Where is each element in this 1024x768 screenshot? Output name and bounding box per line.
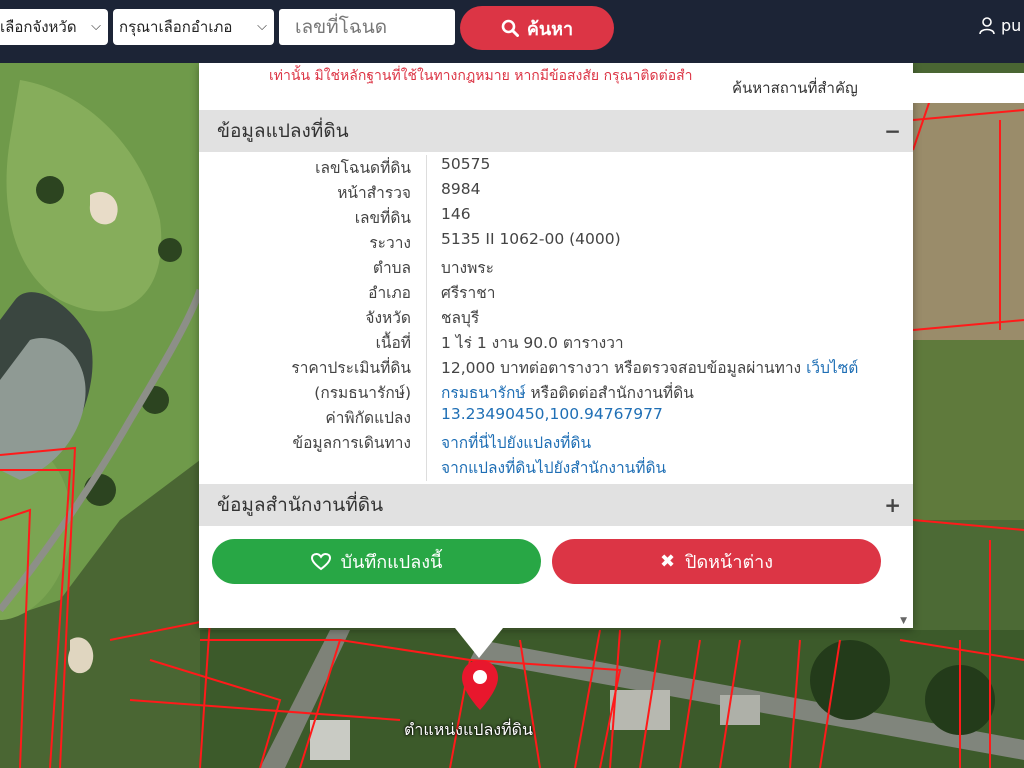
treasury-text: หรือติดต่อสำนักงานที่ดิน	[525, 384, 694, 402]
top-bar: เลือกจังหวัด ⌵ กรุณาเลือกอำเภอ ⌵ ค้นหา p…	[0, 0, 1024, 63]
user-menu[interactable]: pu	[979, 16, 1021, 35]
info-label: ค่าพิกัดแปลง	[325, 409, 411, 427]
info-row-amphoe: อำเภอ ศรีราชา	[199, 280, 913, 305]
heart-icon	[310, 552, 331, 570]
deed-number-input[interactable]	[279, 9, 455, 45]
info-label: เลขที่ดิน	[354, 209, 411, 227]
info-label: ระวาง	[369, 234, 411, 252]
info-value: 146	[441, 205, 471, 223]
map-pin-icon[interactable]	[460, 658, 500, 712]
close-icon: ✖	[659, 551, 676, 572]
place-search-input[interactable]	[728, 73, 1024, 103]
info-row-treasury: (กรมธนารักษ์) กรมธนารักษ์ หรือติดต่อสำนั…	[199, 380, 913, 405]
info-value: 12,000 บาทต่อตารางวา หรือตรวจสอบข้อมูลผ่…	[441, 355, 858, 380]
info-value: กรมธนารักษ์ หรือติดต่อสำนักงานที่ดิน	[441, 380, 694, 405]
treasury-link[interactable]: กรมธนารักษ์	[441, 384, 526, 402]
info-row-tambon: ตำบล บางพระ	[199, 255, 913, 280]
search-button-label: ค้นหา	[526, 18, 574, 40]
close-window-label: ปิดหน้าต่าง	[685, 552, 774, 573]
disclaimer-notice: เท่านั้น มิใช่หลักฐานที่ใช้ในทางกฎหมาย ห…	[269, 68, 693, 84]
user-name: pu	[1001, 16, 1022, 35]
directions-to-office-link[interactable]: จากแปลงที่ดินไปยังสำนักงานที่ดิน	[441, 455, 666, 480]
info-label: ตำบล	[372, 259, 411, 277]
user-icon	[979, 16, 995, 34]
info-row-area: เนื้อที่ 1 ไร่ 1 งาน 90.0 ตารางวา	[199, 330, 913, 355]
info-value: ชลบุรี	[441, 309, 480, 327]
expand-icon[interactable]: +	[884, 484, 901, 526]
pin-label: ตำแหน่งแปลงที่ดิน	[404, 720, 533, 739]
info-row-land-number: เลขที่ดิน 146	[199, 205, 913, 230]
appraisal-text: 12,000 บาทต่อตารางวา หรือตรวจสอบข้อมูลผ่…	[441, 359, 807, 377]
info-row-province: จังหวัด ชลบุรี	[199, 305, 913, 330]
scroll-down-icon[interactable]: ▼	[900, 616, 907, 626]
info-row-directions: ข้อมูลการเดินทาง จากที่นี่ไปยังแปลงที่ดิ…	[199, 430, 913, 455]
info-value: 8984	[441, 180, 481, 198]
popup-pointer	[455, 628, 503, 658]
info-value: 1 ไร่ 1 งาน 90.0 ตารางวา	[441, 334, 624, 352]
amphoe-select-value: กรุณาเลือกอำเภอ	[119, 18, 233, 36]
search-icon	[501, 19, 519, 37]
info-label: (กรมธนารักษ์)	[314, 384, 411, 402]
info-label: หน้าสำรวจ	[337, 184, 411, 202]
info-row-directions-office: จากแปลงที่ดินไปยังสำนักงานที่ดิน	[199, 455, 913, 480]
land-info-title: ข้อมูลแปลงที่ดิน	[217, 120, 349, 142]
collapse-icon[interactable]: −	[884, 110, 901, 152]
info-row-coordinates: ค่าพิกัดแปลง 13.23490450,100.94767977	[199, 405, 913, 430]
info-value: 5135 II 1062-00 (4000)	[441, 230, 621, 248]
coordinates-link[interactable]: 13.23490450,100.94767977	[441, 405, 663, 423]
info-row-deed: เลขโฉนดที่ดิน 50575	[199, 155, 913, 180]
save-parcel-label: บันทึกแปลงนี้	[340, 552, 443, 573]
info-value: 50575	[441, 155, 491, 173]
land-office-title: ข้อมูลสำนักงานที่ดิน	[217, 494, 384, 516]
info-value: ศรีราชา	[441, 284, 496, 302]
chevron-down-icon: ⌵	[91, 19, 101, 34]
directions-to-parcel-link[interactable]: จากที่นี่ไปยังแปลงที่ดิน	[441, 430, 591, 455]
info-row-survey-page: หน้าสำรวจ 8984	[199, 180, 913, 205]
info-label: เลขโฉนดที่ดิน	[315, 159, 411, 177]
info-value: บางพระ	[441, 259, 494, 277]
info-row-map-sheet: ระวาง 5135 II 1062-00 (4000)	[199, 230, 913, 255]
website-link[interactable]: เว็บไซต์	[806, 359, 858, 377]
land-office-header[interactable]: ข้อมูลสำนักงานที่ดิน +	[199, 484, 913, 526]
info-label: จังหวัด	[365, 309, 411, 327]
save-parcel-button[interactable]: บันทึกแปลงนี้	[212, 539, 541, 584]
info-label: ราคาประเมินที่ดิน	[291, 359, 411, 377]
amphoe-select[interactable]: กรุณาเลือกอำเภอ ⌵	[113, 9, 274, 45]
info-label: อำเภอ	[368, 284, 411, 302]
info-row-appraisal: ราคาประเมินที่ดิน 12,000 บาทต่อตารางวา ห…	[199, 355, 913, 380]
parcel-info-popup: เท่านั้น มิใช่หลักฐานที่ใช้ในทางกฎหมาย ห…	[199, 63, 913, 628]
search-button[interactable]: ค้นหา	[460, 6, 614, 50]
chevron-down-icon: ⌵	[257, 19, 267, 34]
close-window-button[interactable]: ✖ ปิดหน้าต่าง	[552, 539, 881, 584]
land-info-header[interactable]: ข้อมูลแปลงที่ดิน −	[199, 110, 913, 152]
province-select[interactable]: เลือกจังหวัด ⌵	[0, 9, 108, 45]
info-label: ข้อมูลการเดินทาง	[292, 434, 411, 452]
province-select-value: เลือกจังหวัด	[0, 18, 77, 36]
info-label: เนื้อที่	[375, 334, 411, 352]
